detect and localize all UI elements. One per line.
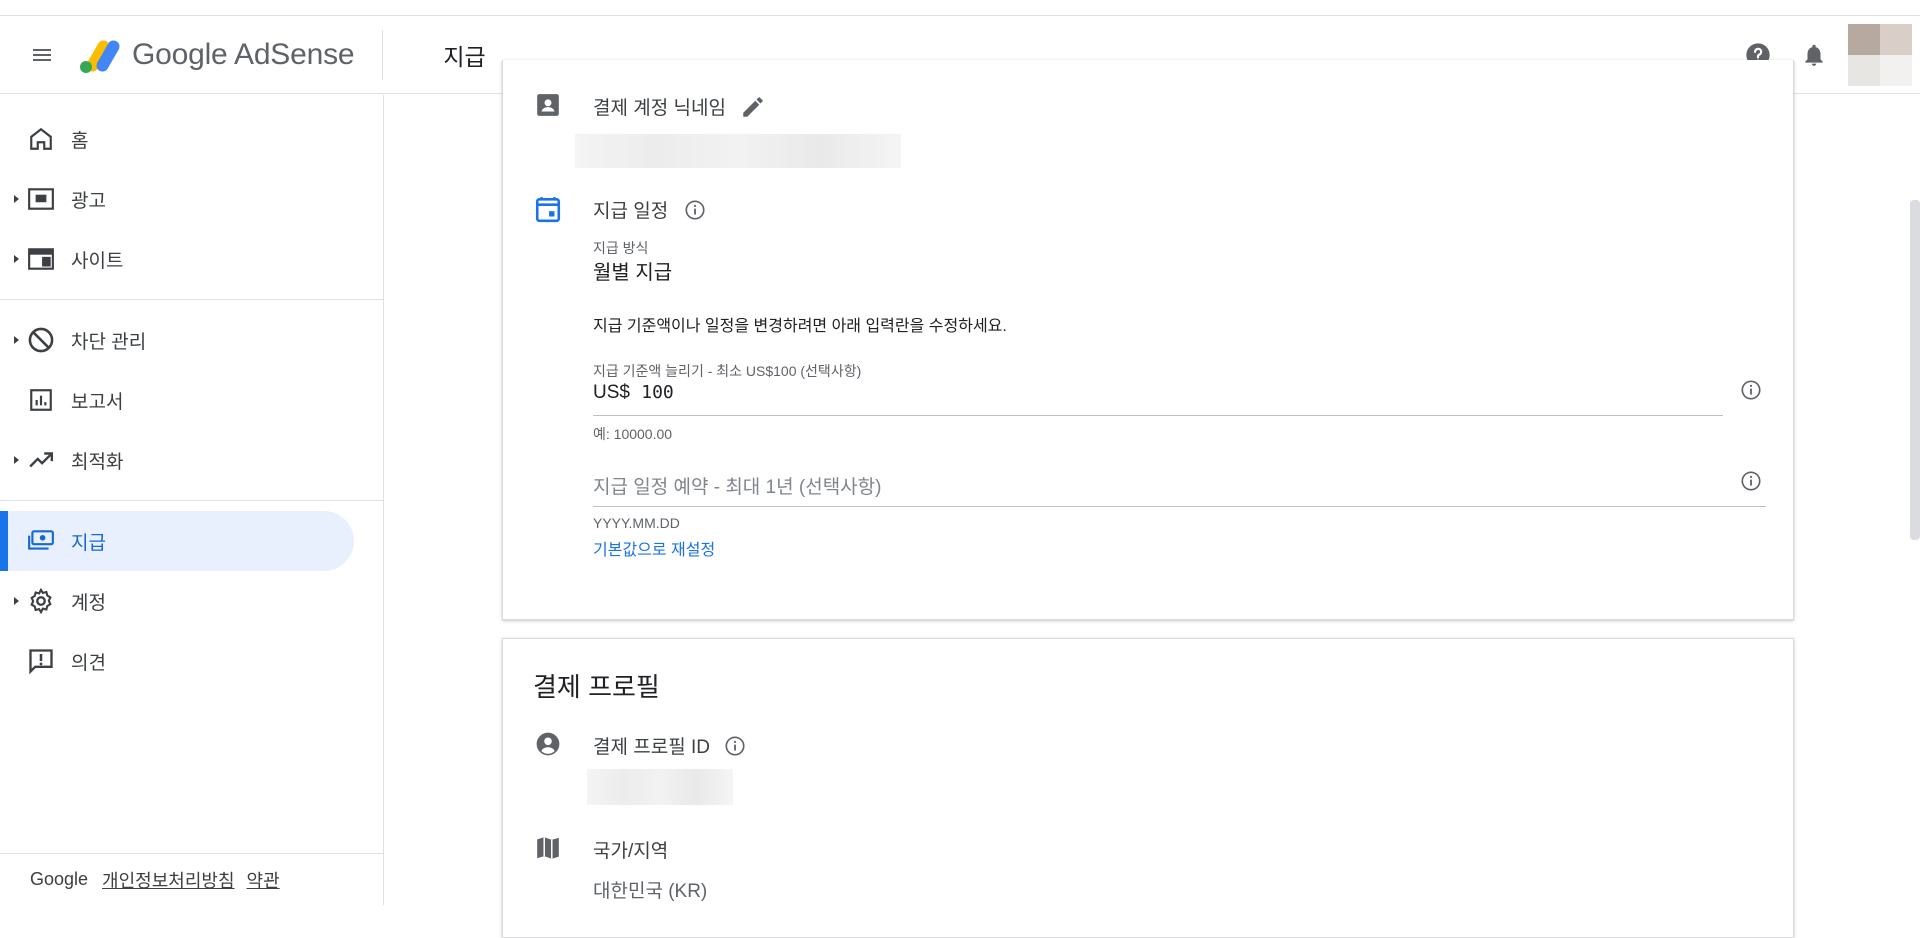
sidebar-item-label: 의견 <box>71 652 106 674</box>
info-icon <box>1741 471 1761 491</box>
account-box-icon <box>533 90 563 120</box>
browser-top-strip <box>0 0 1920 16</box>
sidebar-divider <box>0 299 383 300</box>
expand-caret-icon <box>14 456 19 464</box>
account-circle-icon <box>533 729 563 759</box>
brand-name: Google AdSense <box>132 37 355 71</box>
schedule-info-button[interactable] <box>684 199 706 221</box>
header-divider <box>382 29 384 80</box>
sidebar-item-label: 사이트 <box>71 250 124 272</box>
payment-settings-card: 결제 계정 닉네임 지급 일정 지급 방식 월별 지급 지급 기준액이나 일정을… <box>502 60 1794 620</box>
sidebar-item-feedback[interactable]: 의견 <box>0 631 383 691</box>
schedule-row: 지급 일정 <box>593 196 706 223</box>
threshold-label: 지급 기준액 늘리기 - 최소 US$100 (선택사항) <box>593 363 862 379</box>
schedule-date-info-button[interactable] <box>1738 468 1764 494</box>
info-icon <box>685 199 705 220</box>
adsense-logo[interactable]: Google AdSense <box>78 35 355 75</box>
reset-defaults-link[interactable]: 기본값으로 재설정 <box>593 536 715 560</box>
main-menu-button[interactable] <box>20 33 64 77</box>
sidebar: 홈 광고 사이트 차단 관리 보고서 최적화 지급 계정 의견 Google 개… <box>0 95 384 905</box>
threshold-underline <box>593 415 1723 416</box>
sidebar-item-label: 홈 <box>71 130 89 152</box>
hamburger-menu-icon <box>33 48 51 61</box>
nickname-value-redacted <box>575 134 901 168</box>
sidebar-footer: Google 개인정보처리방침 약관 <box>0 853 384 905</box>
sidebar-item-label: 광고 <box>71 190 106 212</box>
home-icon <box>26 124 56 154</box>
notifications-button[interactable] <box>1792 33 1836 77</box>
schedule-date-hint: YYYY.MM.DD <box>593 515 680 531</box>
country-label: 국가/지역 <box>593 841 669 862</box>
schedule-date-underline <box>593 506 1766 507</box>
nickname-title: 결제 계정 닉네임 <box>593 98 726 119</box>
sidebar-item-optimization[interactable]: 최적화 <box>0 430 383 490</box>
expand-caret-icon <box>14 597 19 605</box>
sidebar-item-sites[interactable]: 사이트 <box>0 229 383 289</box>
pencil-icon <box>743 96 763 117</box>
profile-id-row: 결제 프로필 ID <box>593 732 746 759</box>
payment-profile-card: 결제 프로필 결제 프로필 ID 국가/지역 대한민국 (KR) <box>502 638 1794 938</box>
sidebar-item-account[interactable]: 계정 <box>0 571 383 631</box>
sidebar-item-label: 계정 <box>71 592 106 614</box>
calendar-icon <box>533 194 563 224</box>
footer-google-logo: Google <box>30 869 89 889</box>
info-icon <box>725 735 745 756</box>
sidebar-item-reports[interactable]: 보고서 <box>0 370 383 430</box>
country-value: 대한민국 (KR) <box>593 881 708 902</box>
edit-nickname-button[interactable] <box>740 94 766 120</box>
terms-link[interactable]: 약관 <box>247 867 280 893</box>
threshold-value: 100 <box>641 382 674 403</box>
page-title: 지급 <box>443 43 486 70</box>
account-avatar[interactable] <box>1848 23 1912 86</box>
sidebar-item-payments[interactable]: 지급 <box>0 511 354 571</box>
page-scrollbar-thumb[interactable] <box>1910 200 1920 540</box>
payment-profile-title: 결제 프로필 <box>533 672 660 702</box>
expand-caret-icon <box>14 336 19 344</box>
threshold-currency-prefix: US$ <box>593 382 630 403</box>
gear-icon <box>26 586 56 616</box>
sidebar-item-label: 차단 관리 <box>71 331 147 353</box>
threshold-input[interactable]: US$ 100 <box>593 382 674 404</box>
sites-icon <box>26 244 56 274</box>
method-label: 지급 방식 <box>593 240 649 256</box>
info-icon <box>1741 380 1761 400</box>
map-icon <box>533 833 563 863</box>
sidebar-item-label: 최적화 <box>71 451 124 473</box>
sidebar-item-ads[interactable]: 광고 <box>0 169 383 229</box>
sidebar-item-blocking[interactable]: 차단 관리 <box>0 310 383 370</box>
sidebar-item-home[interactable]: 홈 <box>0 109 383 169</box>
profile-id-label: 결제 프로필 ID <box>593 737 710 758</box>
profile-id-info-button[interactable] <box>724 735 746 757</box>
bell-icon <box>1805 44 1823 66</box>
block-icon <box>26 325 56 355</box>
reports-icon <box>26 385 56 415</box>
ads-icon <box>26 184 56 214</box>
threshold-hint: 예: 10000.00 <box>593 426 673 442</box>
trending-up-icon <box>26 445 56 475</box>
nickname-row: 결제 계정 닉네임 <box>593 93 766 120</box>
schedule-date-input[interactable]: 지급 일정 예약 - 최대 1년 (선택사항) <box>593 472 881 499</box>
privacy-policy-link[interactable]: 개인정보처리방침 <box>102 867 234 893</box>
method-value: 월별 지급 <box>593 262 673 284</box>
schedule-description: 지급 기준액이나 일정을 변경하려면 아래 입력란을 수정하세요. <box>593 318 1007 335</box>
feedback-icon <box>26 646 56 676</box>
threshold-info-button[interactable] <box>1738 377 1764 403</box>
schedule-title: 지급 일정 <box>593 201 669 222</box>
sidebar-item-label: 보고서 <box>71 391 124 413</box>
adsense-logo-icon <box>80 39 120 73</box>
sidebar-divider <box>0 500 383 501</box>
expand-caret-icon <box>14 255 19 263</box>
expand-caret-icon <box>14 195 19 203</box>
payments-icon <box>26 526 56 556</box>
profile-id-redacted <box>587 769 733 805</box>
sidebar-item-label: 지급 <box>71 532 106 554</box>
